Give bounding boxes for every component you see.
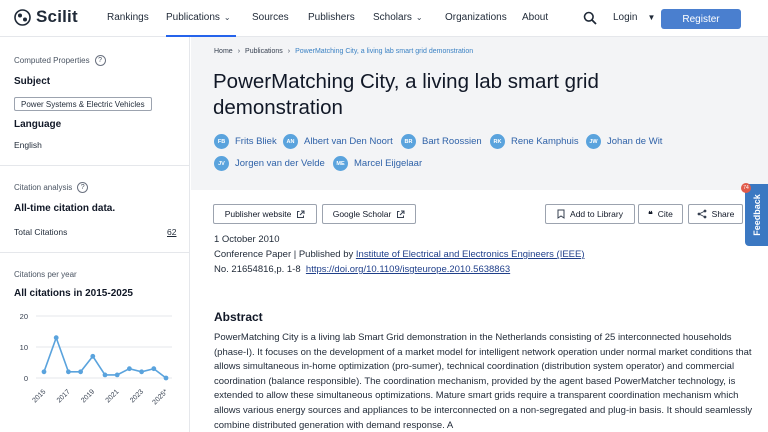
avatar: FB [214, 134, 229, 149]
author-item[interactable]: ME Marcel Eijgelaar [333, 156, 422, 171]
register-button[interactable]: Register [661, 9, 741, 29]
nav-rankings[interactable]: Rankings [107, 12, 149, 23]
subject-tag[interactable]: Power Systems & Electric Vehicles [14, 97, 152, 111]
data-point [139, 369, 145, 375]
divider [0, 252, 190, 253]
nav-organizations[interactable]: Organizations [445, 12, 507, 23]
x-tick-label: 2025* [152, 388, 170, 406]
publication-header-panel: Home › Publications › PowerMatching City… [191, 37, 768, 190]
avatar: AN [283, 134, 298, 149]
data-point [53, 335, 59, 341]
avatar: JW [586, 134, 601, 149]
author-item[interactable]: FB Frits Bliek [214, 134, 277, 149]
data-point [66, 369, 71, 375]
logo-text: Scilit [36, 7, 78, 26]
breadcrumb: Home › Publications › PowerMatching City… [214, 48, 473, 55]
breadcrumb-publications[interactable]: Publications [245, 48, 283, 55]
author-item[interactable]: RK Rene Kamphuis [490, 134, 579, 149]
avatar: ME [333, 156, 348, 171]
bookmark-icon [557, 209, 565, 219]
publication-type: Conference Paper | Published by Institut… [214, 249, 585, 260]
publisher-website-button[interactable]: Publisher website [213, 204, 317, 224]
x-tick-label: 2019 [80, 388, 96, 404]
author-item[interactable]: JW Johan de Wit [586, 134, 662, 149]
help-icon[interactable]: ? [77, 182, 89, 193]
chevron-right-icon: › [237, 48, 241, 55]
breadcrumb-home[interactable]: Home [214, 48, 233, 55]
data-point [151, 366, 157, 372]
nav-publishers[interactable]: Publishers [308, 12, 355, 23]
data-point [114, 372, 120, 378]
chevron-down-icon: ⌄ [223, 13, 231, 22]
author-item[interactable]: AN Albert van Den Noort [283, 134, 393, 149]
breadcrumb-current: PowerMatching City, a living lab smart g… [295, 48, 474, 55]
nav-publications[interactable]: Publications ⌄ [166, 12, 231, 23]
scilit-logo[interactable]: Scilit [14, 7, 78, 27]
data-point [102, 372, 108, 378]
nav-sources[interactable]: Sources [252, 12, 289, 23]
citation-analysis-title: Citation analysis ? [14, 182, 89, 193]
computed-properties-title: Computed Properties ? [14, 55, 106, 66]
nav-scholars[interactable]: Scholars ⌄ [373, 12, 423, 23]
share-icon [697, 209, 707, 219]
data-point [41, 369, 47, 375]
chevron-down-icon: ⌄ [415, 13, 423, 22]
abstract-text: PowerMatching City is a living lab Smart… [214, 332, 753, 431]
google-scholar-button[interactable]: Google Scholar [322, 204, 416, 224]
external-link-icon [297, 210, 305, 218]
avatar: RK [490, 134, 505, 149]
publication-date: 1 October 2010 [214, 234, 280, 245]
y-tick-label: 0 [24, 374, 28, 383]
divider [0, 165, 190, 166]
feedback-label: Feedback [751, 194, 762, 236]
search-icon[interactable] [583, 11, 597, 25]
nav-about[interactable]: About [522, 12, 548, 23]
author-item[interactable]: BR Bart Roossien [401, 134, 482, 149]
citation-heading: All-time citation data. [14, 203, 116, 214]
total-citations-value[interactable]: 62 [167, 227, 176, 237]
x-tick-label: 2021 [105, 388, 121, 404]
data-point [163, 375, 169, 381]
chevron-right-icon: › [287, 48, 291, 55]
subject-label: Subject [14, 76, 51, 87]
caret-down-icon: ▼ [647, 13, 656, 22]
external-link-icon [397, 210, 405, 218]
data-point [90, 353, 96, 359]
language-label: Language [14, 119, 62, 130]
series-line [43, 335, 167, 379]
help-icon[interactable]: ? [94, 55, 106, 66]
data-point [78, 369, 83, 375]
publication-identifiers: No. 21654816,p. 1-8 https://doi.org/10.1… [214, 264, 511, 275]
x-tick-label: 2023 [129, 388, 145, 404]
logo-icon [14, 8, 31, 26]
total-citations-label: Total Citations [14, 227, 68, 237]
citations-chart: 20 10 02015 2017 2019 2021 2023 2025* [20, 312, 172, 406]
top-header: Scilit Rankings Publications ⌄ Sources Pu… [0, 0, 768, 37]
cite-button[interactable]: ❝ Cite [638, 204, 683, 224]
feedback-badge: 74 [741, 183, 751, 193]
y-tick-label: 10 [20, 343, 28, 352]
y-tick-label: 20 [20, 312, 28, 321]
language-value: English [14, 140, 42, 150]
avatar: JV [214, 156, 229, 171]
quote-icon: ❝ [648, 208, 653, 219]
add-to-library-button[interactable]: Add to Library [545, 204, 635, 224]
publisher-link[interactable]: Institute of Electrical and Electronics … [356, 249, 585, 260]
abstract-title: Abstract [214, 310, 263, 324]
doi-link[interactable]: https://doi.org/10.1109/isgteurope.2010.… [306, 264, 510, 275]
share-button[interactable]: Share [688, 204, 743, 224]
author-item[interactable]: JV Jorgen van der Velde [214, 156, 325, 171]
x-tick-label: 2015 [31, 388, 47, 404]
login-menu[interactable]: Login ▼ [613, 12, 655, 23]
data-point [126, 366, 132, 372]
avatar: BR [401, 134, 416, 149]
x-tick-label: 2017 [56, 388, 72, 404]
page-title: PowerMatching City, a living lab smart g… [213, 70, 599, 119]
main-content: Home › Publications › PowerMatching City… [191, 37, 768, 432]
feedback-tab[interactable]: Feedback [745, 184, 768, 246]
